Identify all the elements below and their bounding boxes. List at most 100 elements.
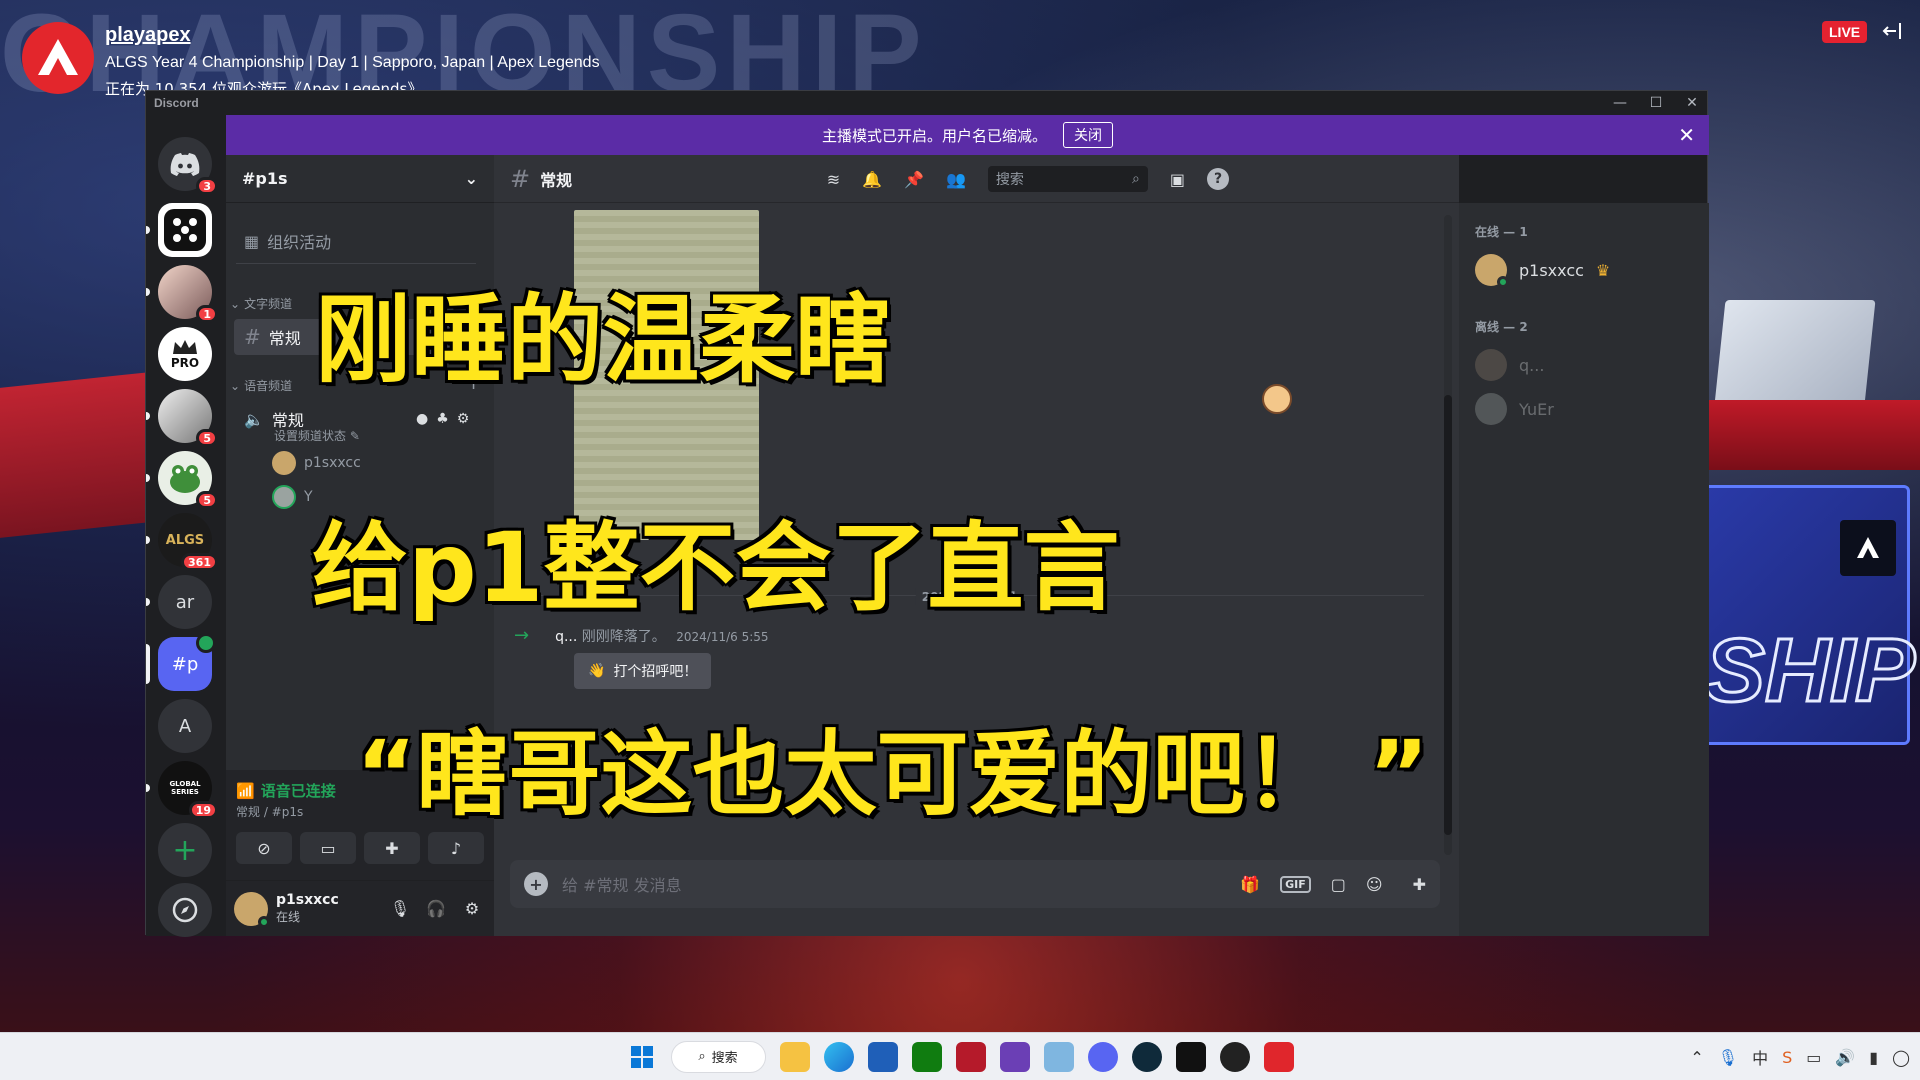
server-algs[interactable]: ALGS 361 bbox=[146, 513, 218, 571]
wave-button[interactable]: 👋 打个招呼吧！ bbox=[574, 653, 712, 689]
avatar[interactable] bbox=[234, 891, 270, 928]
server-pro[interactable]: PRO bbox=[158, 327, 212, 381]
microphone-icon[interactable]: 🎙 bbox=[1718, 1048, 1738, 1067]
gear-icon[interactable]: ⚙ bbox=[458, 899, 486, 918]
member-row[interactable]: p1sxxcc ♛ bbox=[1475, 248, 1693, 292]
user-name: p1sxxcc bbox=[276, 892, 339, 908]
file-explorer-icon[interactable] bbox=[779, 1041, 810, 1072]
server-ar[interactable]: ar bbox=[146, 575, 212, 629]
scroll-thumb[interactable] bbox=[1444, 395, 1452, 835]
search-icon: ⌕ bbox=[1132, 171, 1140, 187]
message-composer: + 给 #常规 发消息 🎁 GIF ▢ ☺ ✚ bbox=[510, 860, 1440, 908]
battery-icon[interactable]: ▮ bbox=[1869, 1048, 1878, 1067]
server-anime[interactable]: 5 bbox=[146, 389, 218, 447]
microphone-icon[interactable]: 🎙 bbox=[386, 899, 414, 918]
camera-off-icon: ⊘ bbox=[257, 838, 271, 858]
category-label: 文字频道 bbox=[244, 297, 293, 311]
banner-dismiss-icon[interactable]: ✕ bbox=[1678, 123, 1695, 147]
events-row[interactable]: ▦ 组织活动 bbox=[244, 229, 331, 253]
apex-side-icon[interactable] bbox=[1840, 520, 1896, 576]
activities-button[interactable]: ✚ bbox=[364, 832, 420, 864]
server-dice[interactable] bbox=[146, 203, 212, 257]
speaker-icon: 🔈 bbox=[244, 409, 264, 429]
close-window-icon[interactable]: ✕ bbox=[1685, 95, 1699, 111]
server-a[interactable]: A bbox=[158, 699, 212, 753]
screen-share-button[interactable]: ▭ bbox=[300, 832, 356, 864]
notification-icon[interactable]: ◯ bbox=[1892, 1048, 1910, 1067]
app-purple-icon[interactable] bbox=[999, 1041, 1030, 1072]
set-voice-status[interactable]: 设置频道状态 ✎ bbox=[274, 427, 360, 444]
message-input[interactable]: 给 #常规 发消息 bbox=[562, 872, 1226, 896]
pencil-icon: ✎ bbox=[349, 429, 360, 443]
invite-icon[interactable]: ♣ bbox=[436, 411, 449, 427]
steam-icon[interactable] bbox=[1131, 1041, 1162, 1072]
taskbar-search-label: 搜索 bbox=[711, 1051, 738, 1066]
bell-icon[interactable]: 🔔 bbox=[862, 170, 882, 189]
members-icon[interactable]: 👥 bbox=[946, 170, 966, 189]
banner-close-button[interactable]: 关闭 bbox=[1063, 122, 1113, 148]
channel-label: 常规 bbox=[268, 329, 301, 348]
headphones-icon[interactable]: 🎧 bbox=[422, 899, 450, 918]
exit-fullscreen-icon[interactable] bbox=[1882, 20, 1904, 46]
inbox-icon[interactable]: ▣ bbox=[1170, 170, 1185, 189]
apps-icon[interactable]: ✚ bbox=[1413, 875, 1426, 894]
caption-line-2: 给p1整不会了直言 bbox=[310, 510, 1122, 626]
sticker-icon[interactable]: ▢ bbox=[1331, 875, 1346, 894]
soundboard-button[interactable]: ♪ bbox=[428, 832, 484, 864]
xbox-icon[interactable] bbox=[911, 1041, 942, 1072]
display-icon[interactable]: ▭ bbox=[1806, 1048, 1821, 1067]
member-row[interactable]: q... bbox=[1475, 343, 1693, 387]
wave-sticker-icon: 👋 bbox=[588, 663, 606, 679]
server-pill bbox=[146, 288, 150, 296]
server-p1s-active[interactable]: #p bbox=[146, 633, 216, 691]
server-frog[interactable]: 5 bbox=[146, 451, 218, 509]
user-info[interactable]: p1sxxcc 在线 bbox=[276, 892, 378, 925]
obs-icon[interactable] bbox=[1219, 1041, 1250, 1072]
camera-off-button[interactable]: ⊘ bbox=[236, 832, 292, 864]
voice-user-row[interactable]: Y bbox=[272, 485, 313, 509]
threads-icon[interactable]: ≋ bbox=[827, 170, 840, 189]
text-category[interactable]: ⌄ 文字频道 bbox=[230, 295, 292, 312]
voice-user-row[interactable]: p1sxxcc bbox=[272, 451, 361, 475]
help-icon[interactable]: ? bbox=[1207, 168, 1229, 190]
maximize-icon[interactable]: ☐ bbox=[1649, 95, 1663, 111]
add-server-button[interactable]: + bbox=[158, 823, 212, 877]
edge-browser-icon[interactable] bbox=[823, 1041, 854, 1072]
message-author[interactable]: q... bbox=[555, 629, 577, 645]
window-titlebar: Discord — ☐ ✕ bbox=[146, 91, 1707, 115]
add-attachment-icon[interactable]: + bbox=[524, 872, 548, 896]
gift-icon[interactable]: 🎁 bbox=[1240, 875, 1260, 894]
chat-scrollbar[interactable] bbox=[1444, 215, 1452, 855]
app-tray-icon[interactable]: S bbox=[1782, 1048, 1792, 1067]
member-row[interactable]: YuEr bbox=[1475, 387, 1693, 431]
apex-app-icon[interactable] bbox=[955, 1041, 986, 1072]
live-badge: LIVE bbox=[1822, 21, 1868, 43]
stream-channel-name[interactable]: playapex bbox=[105, 24, 191, 47]
start-button[interactable] bbox=[627, 1042, 657, 1072]
explore-servers-button[interactable] bbox=[158, 883, 212, 937]
gear-icon[interactable]: ⚙ bbox=[457, 411, 470, 427]
guild-header[interactable]: #p1s ⌄ bbox=[226, 155, 494, 203]
pin-icon[interactable]: 📌 bbox=[904, 170, 924, 189]
server-pill bbox=[146, 598, 150, 606]
chat-bubble-icon[interactable]: ● bbox=[416, 411, 428, 427]
taskbar-search[interactable]: ⌕ 搜索 bbox=[670, 1040, 766, 1073]
app-z-icon[interactable] bbox=[1175, 1041, 1206, 1072]
app-photo-icon[interactable] bbox=[1043, 1041, 1074, 1072]
discord-taskbar-icon[interactable] bbox=[1087, 1041, 1118, 1072]
emoji-icon[interactable]: ☺ bbox=[1366, 875, 1383, 894]
gif-icon[interactable]: GIF bbox=[1280, 875, 1311, 893]
voice-category[interactable]: ⌄ 语音频道 bbox=[230, 377, 292, 394]
store-icon[interactable] bbox=[867, 1041, 898, 1072]
chevron-up-icon[interactable]: ⌃ bbox=[1690, 1048, 1703, 1067]
channel-logo-icon[interactable] bbox=[22, 22, 94, 94]
events-label: 组织活动 bbox=[267, 233, 332, 252]
volume-icon[interactable]: 🔊 bbox=[1835, 1048, 1855, 1067]
search-input[interactable]: 搜索 ⌕ bbox=[987, 166, 1148, 192]
server-apex-global[interactable]: GLOBAL SERIES 19 bbox=[146, 761, 218, 819]
minimize-icon[interactable]: — bbox=[1613, 95, 1627, 111]
server-avatar[interactable]: 1 bbox=[146, 265, 218, 323]
ime-icon[interactable]: 中 bbox=[1752, 1045, 1768, 1069]
home-button[interactable]: 3 bbox=[158, 137, 218, 195]
netease-music-icon[interactable] bbox=[1263, 1041, 1294, 1072]
